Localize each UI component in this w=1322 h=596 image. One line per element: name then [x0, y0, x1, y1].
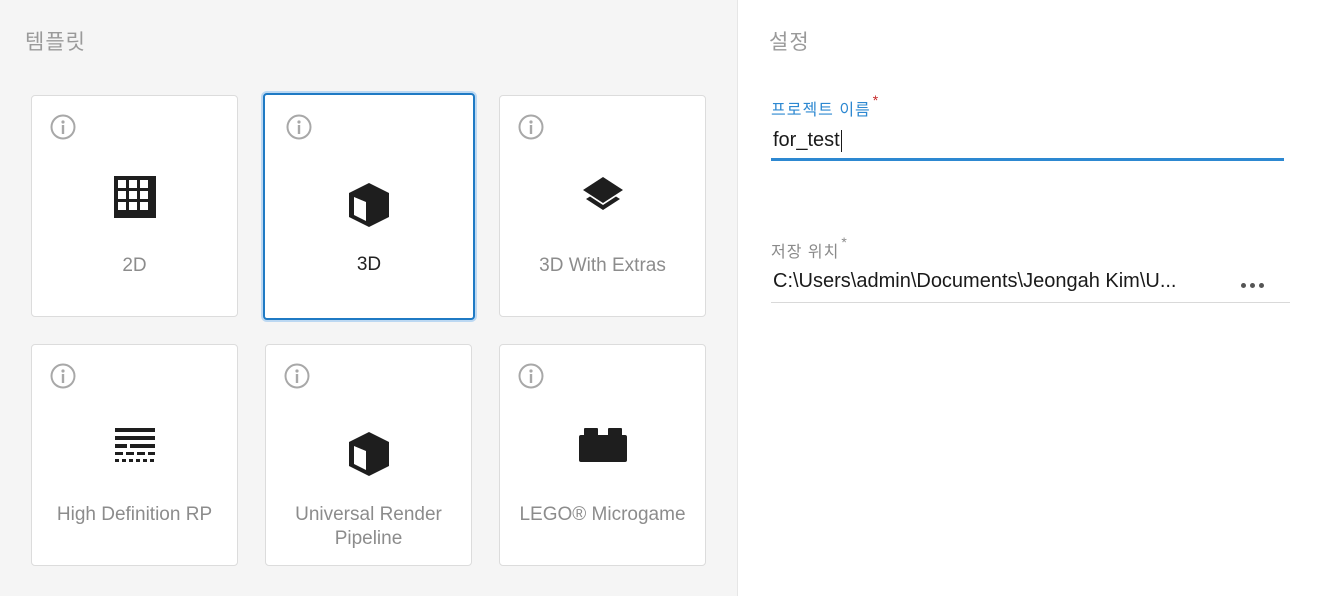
info-icon[interactable]	[50, 363, 76, 389]
info-icon[interactable]	[518, 114, 544, 140]
info-icon[interactable]	[286, 114, 312, 140]
template-label-urp: Universal Render Pipeline	[295, 504, 442, 549]
template-card-urp[interactable]: Universal Render Pipeline	[265, 344, 472, 566]
template-label-2d: 2D	[122, 255, 147, 276]
required-mark: *	[841, 234, 848, 250]
template-label-3d-with-extras: 3D With Extras	[539, 255, 666, 276]
location-input[interactable]: C:\Users\admin\Documents\Jeongah Kim\U..…	[773, 270, 1177, 293]
project-name-label-text: 프로젝트 이름	[771, 102, 871, 119]
template-label-3d: 3D	[356, 254, 382, 275]
template-card-3d[interactable]: 3D	[263, 93, 475, 320]
cube-icon	[349, 183, 389, 227]
lego-brick-icon	[578, 428, 627, 462]
browse-location-button[interactable]	[1234, 274, 1270, 296]
template-label-hdrp: High Definition RP	[56, 504, 213, 525]
dot	[1249, 282, 1255, 288]
dot	[1258, 282, 1264, 288]
settings-panel: 설정 프로젝트 이름* for_test 저장 위치* C:\Users\adm…	[738, 0, 1322, 596]
grid-icon	[113, 176, 156, 218]
hdrp-lines-icon	[114, 428, 155, 462]
layers-icon	[582, 177, 623, 210]
info-icon[interactable]	[284, 363, 310, 389]
template-card-hdrp[interactable]: High Definition RP	[31, 344, 238, 566]
location-label: 저장 위치*	[771, 234, 848, 262]
project-name-label: 프로젝트 이름*	[771, 92, 879, 120]
text-caret	[840, 129, 842, 152]
dot	[1240, 282, 1246, 288]
template-card-3d-with-extras[interactable]: 3D With Extras	[499, 95, 706, 317]
project-name-input[interactable]: for_test	[773, 129, 842, 152]
location-underline	[771, 302, 1290, 303]
cube-icon	[348, 432, 389, 476]
project-name-value[interactable]: for_test	[773, 129, 840, 151]
templates-title: 템플릿	[25, 31, 86, 54]
template-card-lego-microgame[interactable]: LEGO® Microgame	[499, 344, 706, 566]
settings-title: 설정	[769, 31, 810, 54]
templates-panel: 템플릿 2D 3D 3D With Extras High Definition…	[0, 0, 737, 596]
template-card-2d[interactable]: 2D	[31, 95, 238, 317]
template-label-lego-microgame: LEGO® Microgame	[519, 504, 686, 525]
location-label-text: 저장 위치	[771, 244, 840, 261]
project-name-underline	[771, 158, 1284, 161]
required-mark: *	[872, 92, 880, 108]
info-icon[interactable]	[518, 363, 544, 389]
location-value[interactable]: C:\Users\admin\Documents\Jeongah Kim\U..…	[773, 270, 1177, 292]
info-icon[interactable]	[50, 114, 76, 140]
